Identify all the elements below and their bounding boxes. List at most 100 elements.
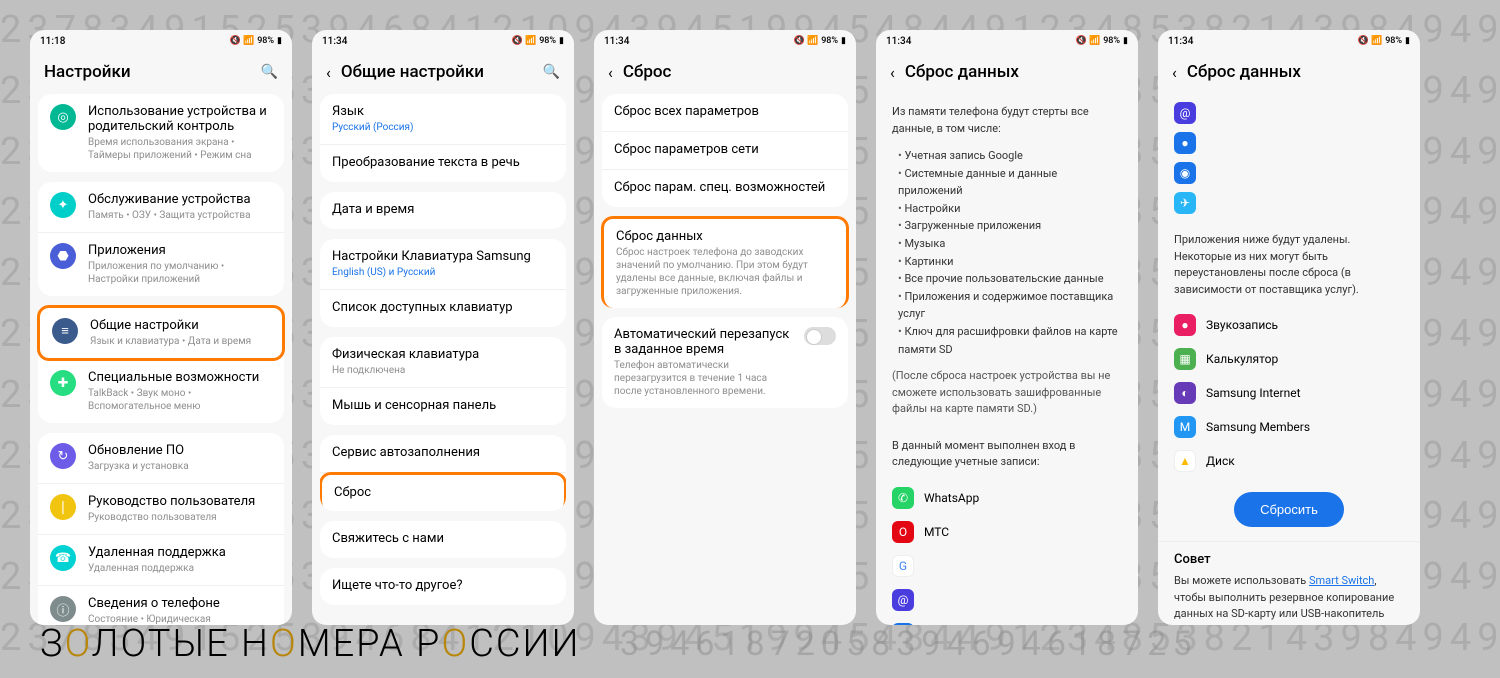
item-title: Сброс всех параметров <box>614 104 836 119</box>
settings-item[interactable]: Сервис автозаполнения <box>320 435 566 473</box>
erase-item: Приложения и содержимое поставщика услуг <box>898 288 1122 323</box>
reset-option[interactable]: Сброс парам. спец. возможностей <box>602 170 848 207</box>
app-icon: ● <box>1174 314 1196 336</box>
settings-item[interactable]: ЯзыкРусский (Россия) <box>320 94 566 145</box>
header: Настройки 🔍 <box>30 52 292 94</box>
app-icon: M <box>1174 416 1196 438</box>
page-title: Настройки <box>44 62 131 82</box>
settings-item[interactable]: Преобразование текста в речь <box>320 145 566 182</box>
toggle-switch[interactable] <box>804 327 836 345</box>
phone-1: 11:18 🔇 📶 98%▮ Настройки 🔍 ◎Использовани… <box>30 30 292 625</box>
status-time: 11:34 <box>604 36 629 47</box>
app-row: ▲Диск <box>1158 444 1420 478</box>
settings-item[interactable]: Свяжитесь с нами <box>320 521 566 558</box>
reset-option[interactable]: Сброс параметров сети <box>602 132 848 170</box>
reset-option[interactable]: Сброс данных Сброс настроек телефона до з… <box>601 216 849 308</box>
app-icon: @ <box>1174 102 1196 124</box>
status-icons: 🔇 📶 98%▮ <box>1076 36 1128 46</box>
settings-item[interactable]: Ищете что-то другое? <box>320 568 566 605</box>
item-title: Специальные возможности <box>88 370 272 385</box>
apps-intro: Приложения ниже будут удалены. Некоторые… <box>1158 222 1420 308</box>
account-row: O МТС <box>876 515 1138 549</box>
item-title: Сведения о телефоне <box>88 596 272 611</box>
settings-item[interactable]: Список доступных клавиатур <box>320 290 566 327</box>
search-icon[interactable]: 🔍 <box>261 64 278 80</box>
item-title: Сброс парам. спец. возможностей <box>614 180 836 195</box>
erase-item: Учетная запись Google <box>898 147 1122 165</box>
settings-item[interactable]: ◎Использование устройства и родительский… <box>38 94 284 172</box>
back-icon[interactable]: ‹ <box>608 63 613 82</box>
erase-item: Загруженные приложения <box>898 217 1122 235</box>
item-title: Сброс данных <box>616 229 834 244</box>
item-title: Удаленная поддержка <box>88 545 272 560</box>
account-name: МТС <box>924 525 949 539</box>
tip-body: Вы можете использовать Smart Switch, что… <box>1174 573 1404 625</box>
item-title: Сброс параметров сети <box>614 142 836 157</box>
account-row: ✆WhatsApp <box>876 481 1138 515</box>
intro-text: Из памяти телефона будут стерты все данн… <box>876 94 1138 147</box>
settings-item[interactable]: ❘Руководство пользователяРуководство пол… <box>38 484 284 535</box>
account-icon: O <box>892 521 914 543</box>
item-title: Обслуживание устройства <box>88 192 272 207</box>
phone-5: 11:34 🔇 📶 98%▮ ‹ Сброс данных @●◉✈ Прило… <box>1158 30 1420 625</box>
item-title: Сервис автозаполнения <box>332 445 554 460</box>
settings-item[interactable]: ⬣ПриложенияПриложения по умолчанию • Нас… <box>38 233 284 296</box>
item-subtitle: Загрузка и установка <box>88 460 272 473</box>
erase-item: Все прочие пользовательские данные <box>898 270 1122 288</box>
settings-item[interactable]: Сброс <box>320 472 566 511</box>
item-subtitle: Приложения по умолчанию • Настройки прил… <box>88 260 272 286</box>
item-title: Свяжитесь с нами <box>332 531 554 546</box>
header: ‹ Сброс данных <box>1158 52 1420 94</box>
item-title: Мышь и сенсорная панель <box>332 398 554 413</box>
settings-item[interactable]: ↻ Обновление ПО Загрузка и установка <box>38 433 284 484</box>
settings-icon: ❘ <box>50 494 76 520</box>
settings-item[interactable]: Мышь и сенсорная панель <box>320 388 566 425</box>
account-icon: G <box>892 555 914 577</box>
settings-item[interactable]: Физическая клавиатураНе подключена <box>320 337 566 388</box>
item-subtitle: TalkBack • Звук моно • Вспомогательное м… <box>88 387 272 413</box>
app-name: Диск <box>1206 454 1235 468</box>
settings-item[interactable]: ✚ Специальные возможности TalkBack • Звук … <box>38 360 284 423</box>
app-icon: ▦ <box>1174 348 1196 370</box>
back-icon[interactable]: ‹ <box>326 63 331 82</box>
settings-item[interactable]: Настройки Клавиатура SamsungEnglish (US)… <box>320 239 566 290</box>
search-icon[interactable]: 🔍 <box>543 64 560 80</box>
status-icons: 🔇 📶 98%▮ <box>794 36 846 46</box>
reset-option[interactable]: Сброс всех параметров <box>602 94 848 132</box>
item-title: Приложения <box>88 243 272 258</box>
account-name: WhatsApp <box>924 491 979 505</box>
settings-icon: ↻ <box>50 443 76 469</box>
erase-item: Настройки <box>898 200 1122 218</box>
account-row: G <box>876 549 1138 583</box>
settings-item[interactable]: ☎Удаленная поддержкаУдаленная поддержка <box>38 535 284 586</box>
erase-item: Музыка <box>898 235 1122 253</box>
erase-item: Картинки <box>898 253 1122 271</box>
status-icons: 🔇 📶 98%▮ <box>512 36 564 46</box>
back-icon[interactable]: ‹ <box>1172 63 1177 82</box>
accounts-intro: В данный момент выполнен вход в следующи… <box>876 428 1138 481</box>
reset-button[interactable]: Сбросить <box>1234 492 1344 527</box>
status-time: 11:34 <box>886 36 911 47</box>
settings-item[interactable]: Дата и время <box>320 192 566 229</box>
settings-icon: ✚ <box>50 370 76 396</box>
back-icon[interactable]: ‹ <box>890 63 895 82</box>
item-subtitle: Русский (Россия) <box>332 121 554 134</box>
settings-icon: ◎ <box>50 104 76 130</box>
item-title: Обновление ПО <box>88 443 272 458</box>
item-subtitle: Руководство пользователя <box>88 511 272 524</box>
settings-item[interactable]: ≡Общие настройкиЯзык и клавиатура • Дата… <box>37 305 285 361</box>
item-title: Общие настройки <box>90 318 270 333</box>
app-name: Калькулятор <box>1206 352 1278 366</box>
page-title: Сброс данных <box>905 62 1019 82</box>
settings-item[interactable]: ⓘСведения о телефонеСостояние • Юридичес… <box>38 586 284 625</box>
item-subtitle: Сброс настроек телефона до заводских зна… <box>616 246 834 298</box>
header: ‹ Общие настройки 🔍 <box>312 52 574 94</box>
smart-switch-link[interactable]: Smart Switch <box>1309 574 1374 587</box>
settings-icon: ⓘ <box>50 596 76 622</box>
item-subtitle: English (US) и Русский <box>332 266 554 279</box>
reset-option[interactable]: Автоматический перезапуск в заданное вре… <box>602 317 848 408</box>
tip-section: Совет Вы можете использовать Smart Switc… <box>1158 541 1420 625</box>
status-bar: 11:34 🔇 📶 98%▮ <box>594 30 856 52</box>
phone-3: 11:34 🔇 📶 98%▮ ‹ Сброс Сброс всех параме… <box>594 30 856 625</box>
settings-item[interactable]: ✦Обслуживание устройстваПамять • ОЗУ • З… <box>38 182 284 233</box>
